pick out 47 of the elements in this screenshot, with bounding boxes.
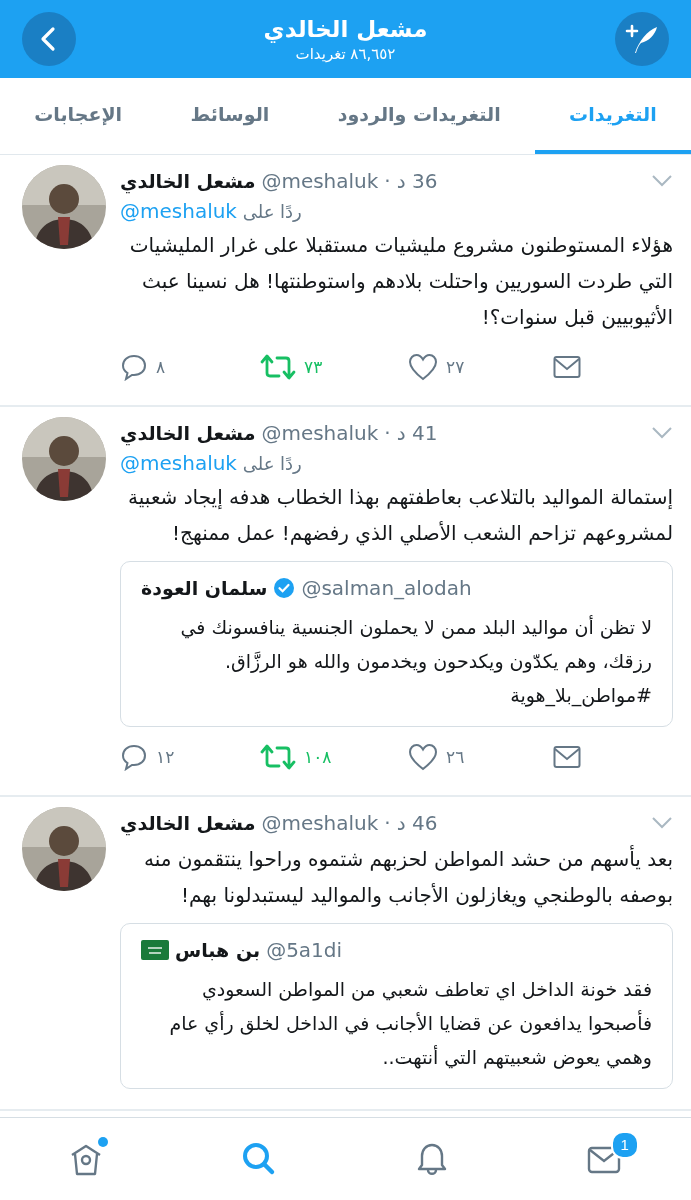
author-handle[interactable]: @meshaluk <box>261 421 379 445</box>
quoted-handle: @salman_alodah <box>301 576 472 600</box>
quoted-text: فقد خونة الداخل اي تعاطف شعبي من المواطن السعودي فأصبحوا يدافعون عن قضايا الأجانب في الداخل لخلق رأي عام وهمي يعوض شعبيتهم التي أنتهت.. <box>168 977 652 1071</box>
mail-icon[interactable] <box>553 745 581 769</box>
retweet-icon[interactable] <box>260 743 296 771</box>
compose-button[interactable] <box>615 12 669 66</box>
tweet-time: 46 د <box>396 811 438 835</box>
tweet-text: هؤلاء المستوطنون مشروع مليشيات مستقبلا على غرار المليشيات التي طردت السوريين واحتلت بلادهم واستوطنتها! هل نسينا عبث الأثيوبيين قبل سنوات؟! <box>128 232 673 331</box>
reply-count: ٨ <box>156 357 166 377</box>
profile-tab[interactable]: الإعجابات <box>0 78 157 154</box>
heart-icon[interactable] <box>408 743 438 771</box>
mention-link[interactable]: @meshaluk <box>120 199 237 223</box>
quoted-author: بن هباس <box>175 939 261 961</box>
retweet-icon[interactable] <box>260 353 296 381</box>
profile-tab[interactable]: الوسائط <box>156 78 304 154</box>
profile-tab[interactable]: التغريدات والردود <box>303 78 535 154</box>
profile-title: مشعل الخالدي <box>263 15 428 44</box>
quoted-handle: @5a1di <box>266 938 343 962</box>
unread-count: 1 <box>610 1131 639 1159</box>
reply-icon[interactable] <box>120 743 148 771</box>
back-button[interactable] <box>22 12 76 66</box>
tweet-time: 36 د <box>396 169 438 193</box>
mention-link[interactable]: @meshaluk <box>120 451 237 475</box>
tweet-text: بعد يأسهم من حشد المواطن لحزبهم شتموه وراحوا ينتقمون منه بوصفه بالوطنجي ويغازلون الأجانب والمواليد ليستبدلونا بهم! <box>143 844 673 910</box>
quoted-text: لا تظن أن مواليد البلد ممن لا يحملون الجنسية ينافسونك في رزقك، وهم يكدّون ويكدحون ويخدمون والله هو الرزَّاق. #مواطن_بلا_هوية <box>179 614 652 709</box>
retweet-count: ١٠٨ <box>304 747 332 767</box>
separator-dot: · <box>384 169 391 193</box>
tweet-text: إستمالة المواليد بالتلاعب بعاطفتهم بهذا الخطاب هدفه إيجاد شعبية لمشروعهم تزاحم الشعب الأصلي الذي رفضهم! عمل ممنهج! <box>127 484 673 548</box>
like-count: ٢٦ <box>446 747 465 767</box>
reply-count: ١٢ <box>156 747 175 767</box>
quoted-author: سلمان العودة <box>141 577 268 599</box>
author-handle[interactable]: @meshaluk <box>261 811 379 835</box>
retweet-count: ٧٣ <box>304 357 323 377</box>
feather-plus-icon <box>625 23 659 55</box>
separator-dot: · <box>384 811 391 835</box>
separator-dot: · <box>384 421 391 445</box>
tweet-time: 41 د <box>396 421 438 445</box>
tweet-count: ٨٦,٦٥٢ تغريدات <box>295 44 396 64</box>
heart-icon[interactable] <box>408 353 438 381</box>
author-name[interactable]: مشعل الخالدي <box>120 812 256 834</box>
author-name[interactable]: مشعل الخالدي <box>120 422 256 444</box>
profile-tab[interactable]: التغريدات <box>534 78 691 154</box>
reply-icon[interactable] <box>120 353 148 381</box>
like-count: ٢٧ <box>446 357 465 377</box>
author-name[interactable]: مشعل الخالدي <box>120 170 256 192</box>
author-handle[interactable]: @meshaluk <box>261 169 379 193</box>
mail-icon[interactable] <box>553 355 581 379</box>
